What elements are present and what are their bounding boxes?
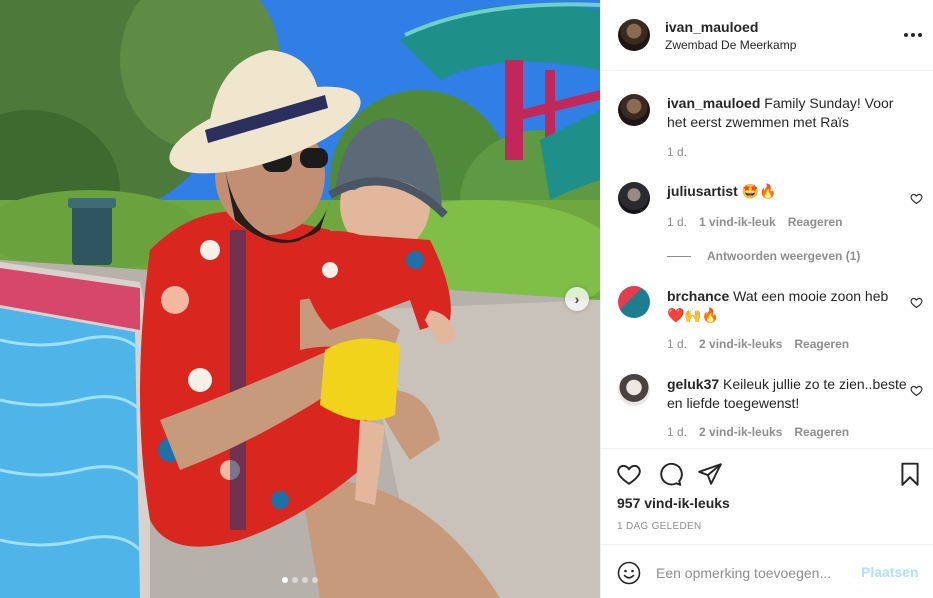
comment-meta: 1 d. 2 vind-ik-leuks Reageren [667, 425, 849, 439]
post-header: ivan_mauloed Zwembad De Meerkamp [601, 0, 933, 71]
view-replies-button[interactable]: Antwoorden weergeven (1) [667, 249, 860, 263]
more-horizontal-icon[interactable] [903, 32, 923, 38]
avatar[interactable] [618, 19, 650, 51]
caption-username[interactable]: ivan_mauloed [667, 95, 760, 111]
comment-username[interactable]: brchance [667, 288, 729, 304]
send-icon[interactable] [697, 461, 723, 487]
bookmark-icon[interactable] [897, 461, 923, 487]
comment-age[interactable]: 1 d. [667, 337, 687, 351]
comment-text: brchance Wat een mooie zoon heb ❤️🙌🔥 [667, 287, 907, 325]
comment-body: 🤩🔥 [741, 183, 777, 199]
comment-username[interactable]: juliusartist [667, 183, 738, 199]
carousel-dot [292, 577, 298, 583]
post-actions: 957 vind-ik-leuks 1 DAG GELEDEN [601, 448, 933, 544]
comment-age[interactable]: 1 d. [667, 215, 687, 229]
comment-likes[interactable]: 2 vind-ik-leuks [699, 425, 782, 439]
post-sidebar: ivan_mauloed Zwembad De Meerkamp ivan_ma… [600, 0, 933, 598]
carousel-dot [312, 577, 318, 583]
comment-reply-button[interactable]: Reageren [788, 215, 843, 229]
view-replies-label: Antwoorden weergeven (1) [707, 249, 861, 263]
smiley-icon[interactable] [617, 561, 641, 585]
carousel-dot [302, 577, 308, 583]
post-image [0, 0, 600, 598]
replies-divider [667, 255, 691, 257]
post-comment-button[interactable]: Plaatsen [861, 564, 919, 580]
comment-text: juliusartist 🤩🔥 [667, 182, 907, 201]
comment-reply-button[interactable]: Reageren [794, 337, 849, 351]
comment-meta: 1 d. 1 vind-ik-leuk Reageren [667, 215, 842, 229]
avatar[interactable] [618, 286, 650, 318]
comment-icon[interactable] [657, 461, 683, 487]
post-author-username[interactable]: ivan_mauloed [665, 19, 758, 35]
post-location[interactable]: Zwembad De Meerkamp [665, 38, 796, 52]
comment-input[interactable] [656, 562, 846, 584]
caption-meta: 1 d. [667, 145, 687, 159]
heart-icon[interactable] [910, 384, 923, 397]
comment-age[interactable]: 1 d. [667, 425, 687, 439]
caption-age[interactable]: 1 d. [667, 145, 687, 159]
heart-icon[interactable] [910, 192, 923, 205]
carousel-indicator [282, 577, 318, 583]
caption-text: ivan_mauloed Family Sunday! Voor het eer… [667, 94, 907, 132]
avatar[interactable] [618, 182, 650, 214]
heart-icon[interactable] [910, 296, 923, 309]
likes-count[interactable]: 957 vind-ik-leuks [617, 495, 730, 511]
carousel-dot [282, 577, 288, 583]
chevron-right-icon: › [574, 291, 580, 307]
comment-composer: Plaatsen [601, 544, 933, 598]
comment-likes[interactable]: 1 vind-ik-leuk [699, 215, 776, 229]
comments-list[interactable]: ivan_mauloed Family Sunday! Voor het eer… [601, 72, 933, 448]
post-photo[interactable]: › [0, 0, 600, 598]
comment-reply-button[interactable]: Reageren [794, 425, 849, 439]
comment-meta: 1 d. 2 vind-ik-leuks Reageren [667, 337, 849, 351]
avatar[interactable] [618, 374, 650, 406]
heart-icon[interactable] [616, 461, 642, 487]
avatar[interactable] [618, 94, 650, 126]
comment-username[interactable]: geluk37 [667, 376, 719, 392]
comment-text: geluk37 Keileuk jullie zo te zien..beste… [667, 375, 907, 413]
carousel-next-button[interactable]: › [565, 287, 589, 311]
comment-likes[interactable]: 2 vind-ik-leuks [699, 337, 782, 351]
post-timestamp[interactable]: 1 DAG GELEDEN [617, 521, 701, 532]
